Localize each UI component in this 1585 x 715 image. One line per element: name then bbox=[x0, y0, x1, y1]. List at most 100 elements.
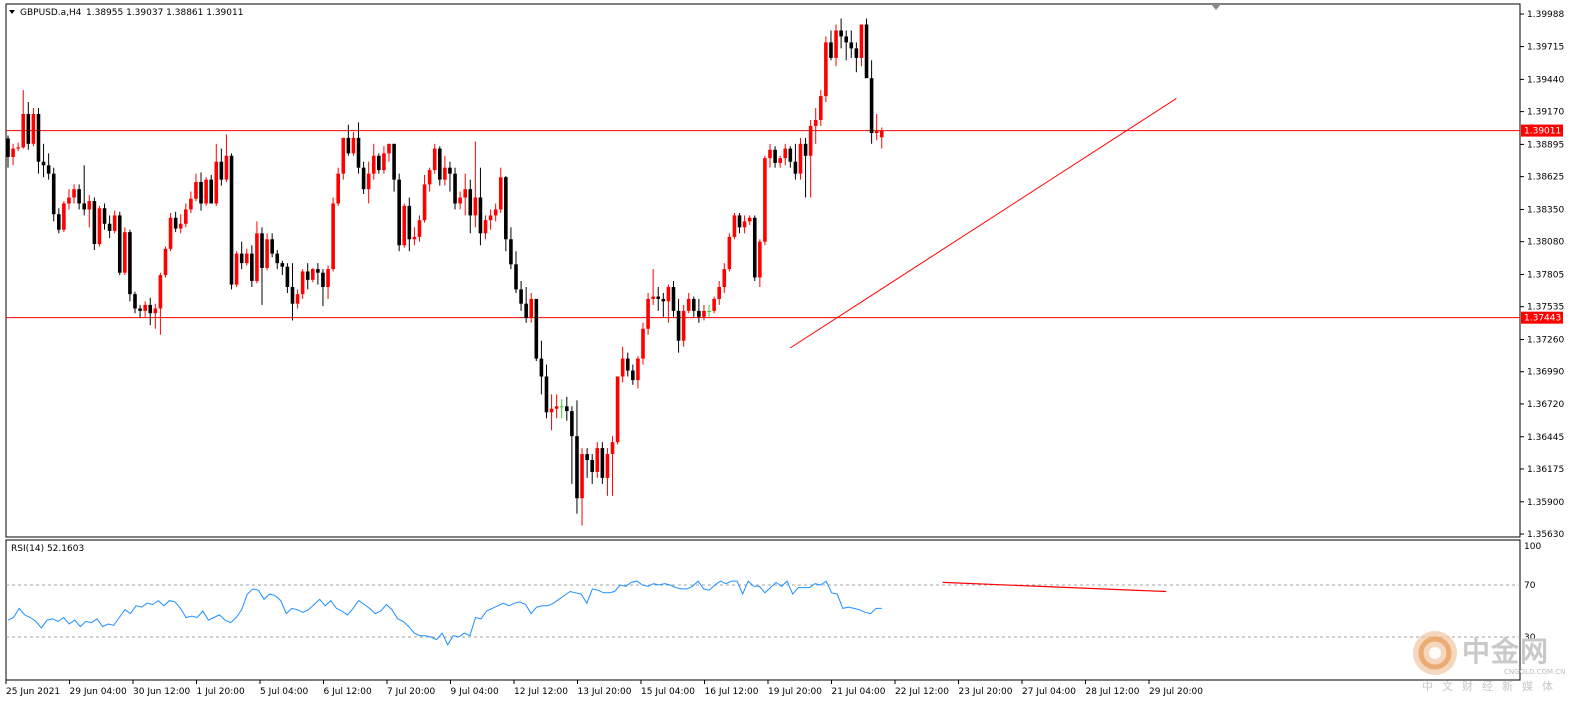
watermark: 中金网 CNGOLD.COM.CN 中文财经新媒体 bbox=[1410, 628, 1580, 698]
watermark-url: CNGOLD.COM.CN bbox=[1504, 668, 1566, 676]
candle-body bbox=[173, 217, 178, 229]
candle-body bbox=[41, 161, 46, 166]
time-axis: 25 Jun 2021 29 Jun 04:00 30 Jun 12:00 1 Jul… bbox=[5, 680, 1203, 697]
time-tick-label: 22 Jul 12:00 bbox=[895, 687, 949, 697]
candle-body bbox=[51, 173, 56, 215]
candle-body bbox=[534, 298, 539, 359]
candle-body bbox=[36, 113, 41, 162]
candle-body bbox=[849, 42, 854, 49]
candle-body bbox=[87, 201, 92, 210]
candle-body bbox=[702, 310, 706, 317]
candle-body bbox=[392, 143, 396, 180]
candle-body bbox=[341, 137, 346, 174]
candle-body bbox=[148, 304, 153, 314]
candle-body bbox=[239, 253, 244, 264]
candle-body bbox=[747, 217, 752, 222]
time-tick-label: 5 Jul 04:00 bbox=[260, 687, 309, 697]
candle-body bbox=[519, 289, 523, 304]
time-tick-label: 15 Jul 04:00 bbox=[641, 687, 695, 697]
candle-body bbox=[346, 137, 351, 154]
candle-body bbox=[265, 239, 269, 268]
candle-body bbox=[732, 215, 737, 237]
chart-canvas[interactable]: 1.39988 1.39715 1.39440 1.39170 1.38895 1.386… bbox=[0, 0, 1585, 711]
candle-body bbox=[803, 143, 808, 156]
candle-body bbox=[11, 148, 15, 157]
price-tick-label: 1.36175 bbox=[1527, 465, 1564, 475]
candle-body bbox=[600, 448, 605, 478]
candle-body bbox=[504, 177, 508, 240]
candle-body bbox=[813, 119, 818, 126]
price-tick-label: 1.39715 bbox=[1527, 43, 1564, 53]
candle-body bbox=[692, 298, 696, 311]
candle-body bbox=[874, 130, 879, 134]
candle-body bbox=[168, 217, 173, 249]
candle-body bbox=[768, 149, 772, 159]
candle-body bbox=[219, 161, 224, 180]
candle-body bbox=[468, 189, 473, 216]
candle-body bbox=[163, 248, 168, 276]
candle-body bbox=[402, 205, 407, 246]
candle-body bbox=[209, 179, 213, 204]
price-tick-label: 1.36445 bbox=[1527, 433, 1564, 443]
candle-body bbox=[651, 296, 655, 299]
candle-body bbox=[407, 205, 412, 240]
candle-body bbox=[758, 241, 762, 278]
candle-body bbox=[285, 266, 290, 288]
ohlc-values: 1.38955 1.39037 1.38861 1.39011 bbox=[86, 8, 243, 18]
price-axis: 1.39988 1.39715 1.39440 1.39170 1.38895 1.386… bbox=[1520, 10, 1564, 540]
candle-body bbox=[366, 173, 371, 190]
candle-body bbox=[839, 30, 843, 37]
candle-body bbox=[397, 179, 401, 246]
time-tick-label: 9 Jul 04:00 bbox=[451, 687, 500, 697]
candle-body bbox=[229, 155, 234, 285]
candle-body bbox=[133, 294, 137, 309]
candle-body bbox=[448, 167, 452, 174]
price-tick-label: 1.39988 bbox=[1527, 10, 1564, 20]
symbol-label: GBPUSD.a,H4 bbox=[20, 8, 82, 18]
chart-window[interactable]: 1.39988 1.39715 1.39440 1.39170 1.38895 1.386… bbox=[0, 0, 1585, 711]
candle-body bbox=[661, 298, 666, 302]
candle-body bbox=[463, 189, 467, 198]
candle-body bbox=[585, 454, 589, 461]
candle-body bbox=[260, 233, 264, 268]
candle-body bbox=[270, 239, 274, 254]
candle-body bbox=[686, 298, 691, 311]
candle-body bbox=[488, 215, 493, 221]
candle-body bbox=[879, 130, 884, 138]
candle-body bbox=[493, 209, 498, 216]
candle-body bbox=[681, 310, 686, 341]
candle-body bbox=[483, 220, 488, 234]
time-tick-label: 21 Jul 04:00 bbox=[832, 687, 886, 697]
time-tick-label: 29 Jul 20:00 bbox=[1149, 687, 1203, 697]
candle-body bbox=[138, 308, 142, 311]
price-tick-label: 1.38895 bbox=[1527, 140, 1564, 150]
time-tick-label: 13 Jul 20:00 bbox=[578, 687, 632, 697]
candle-body bbox=[783, 148, 788, 159]
candle-body bbox=[671, 287, 676, 311]
candle-body bbox=[361, 167, 366, 190]
price-tick-label: 1.39440 bbox=[1527, 75, 1564, 85]
candle-body bbox=[565, 406, 569, 412]
candle-body bbox=[752, 217, 757, 278]
time-tick-label: 28 Jul 12:00 bbox=[1086, 687, 1140, 697]
candle-body bbox=[443, 167, 447, 180]
candle-body bbox=[77, 189, 81, 204]
candle-body bbox=[524, 303, 528, 319]
candle-body bbox=[438, 148, 442, 180]
price-tick-label: 1.37535 bbox=[1527, 303, 1564, 313]
time-tick-label: 1 Jul 20:00 bbox=[197, 687, 246, 697]
candle-body bbox=[300, 271, 305, 295]
candle-body bbox=[620, 358, 625, 377]
candle-body bbox=[46, 165, 51, 174]
price-tick-label: 1.37260 bbox=[1527, 336, 1564, 346]
candle-body bbox=[153, 308, 158, 314]
candle-body bbox=[509, 239, 513, 265]
candle-body bbox=[717, 287, 721, 299]
candle-body bbox=[864, 24, 869, 79]
candle-body bbox=[316, 269, 320, 273]
candle-body bbox=[575, 436, 579, 499]
candle-body bbox=[97, 208, 102, 245]
candle-body bbox=[184, 209, 188, 224]
candle-body bbox=[128, 232, 132, 295]
candle-body bbox=[351, 137, 356, 154]
